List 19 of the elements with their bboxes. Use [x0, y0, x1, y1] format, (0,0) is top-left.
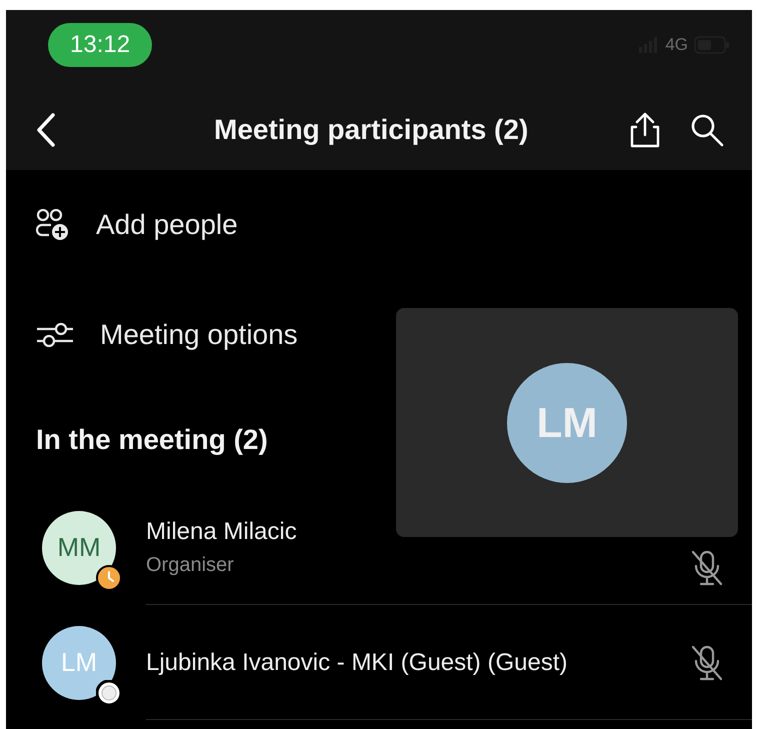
participant-role: Organiser: [146, 554, 235, 577]
avatar: MM: [42, 510, 116, 584]
screen-title: Meeting participants (2): [214, 114, 528, 146]
search-icon[interactable]: [690, 113, 724, 147]
add-people-icon: [36, 209, 70, 241]
avatar: LM: [507, 362, 627, 482]
participant-name: Ljubinka Ivanovic - MKI (Guest) (Guest): [146, 648, 568, 676]
sliders-icon: [36, 320, 74, 350]
share-icon[interactable]: [628, 111, 662, 149]
action-item[interactable]: Add people: [32, 170, 242, 280]
avatar: LM: [42, 626, 116, 700]
muted-mic-icon[interactable]: [690, 644, 724, 682]
participant-name: Milena Milacic: [146, 518, 298, 546]
network-label: 4G: [665, 35, 688, 55]
action-item[interactable]: Meeting options: [32, 280, 302, 390]
back-icon[interactable]: [36, 113, 56, 147]
muted-mic-icon[interactable]: [690, 548, 724, 586]
section-heading: In the meeting (2): [36, 423, 268, 457]
status-time: 13:12: [48, 23, 152, 67]
